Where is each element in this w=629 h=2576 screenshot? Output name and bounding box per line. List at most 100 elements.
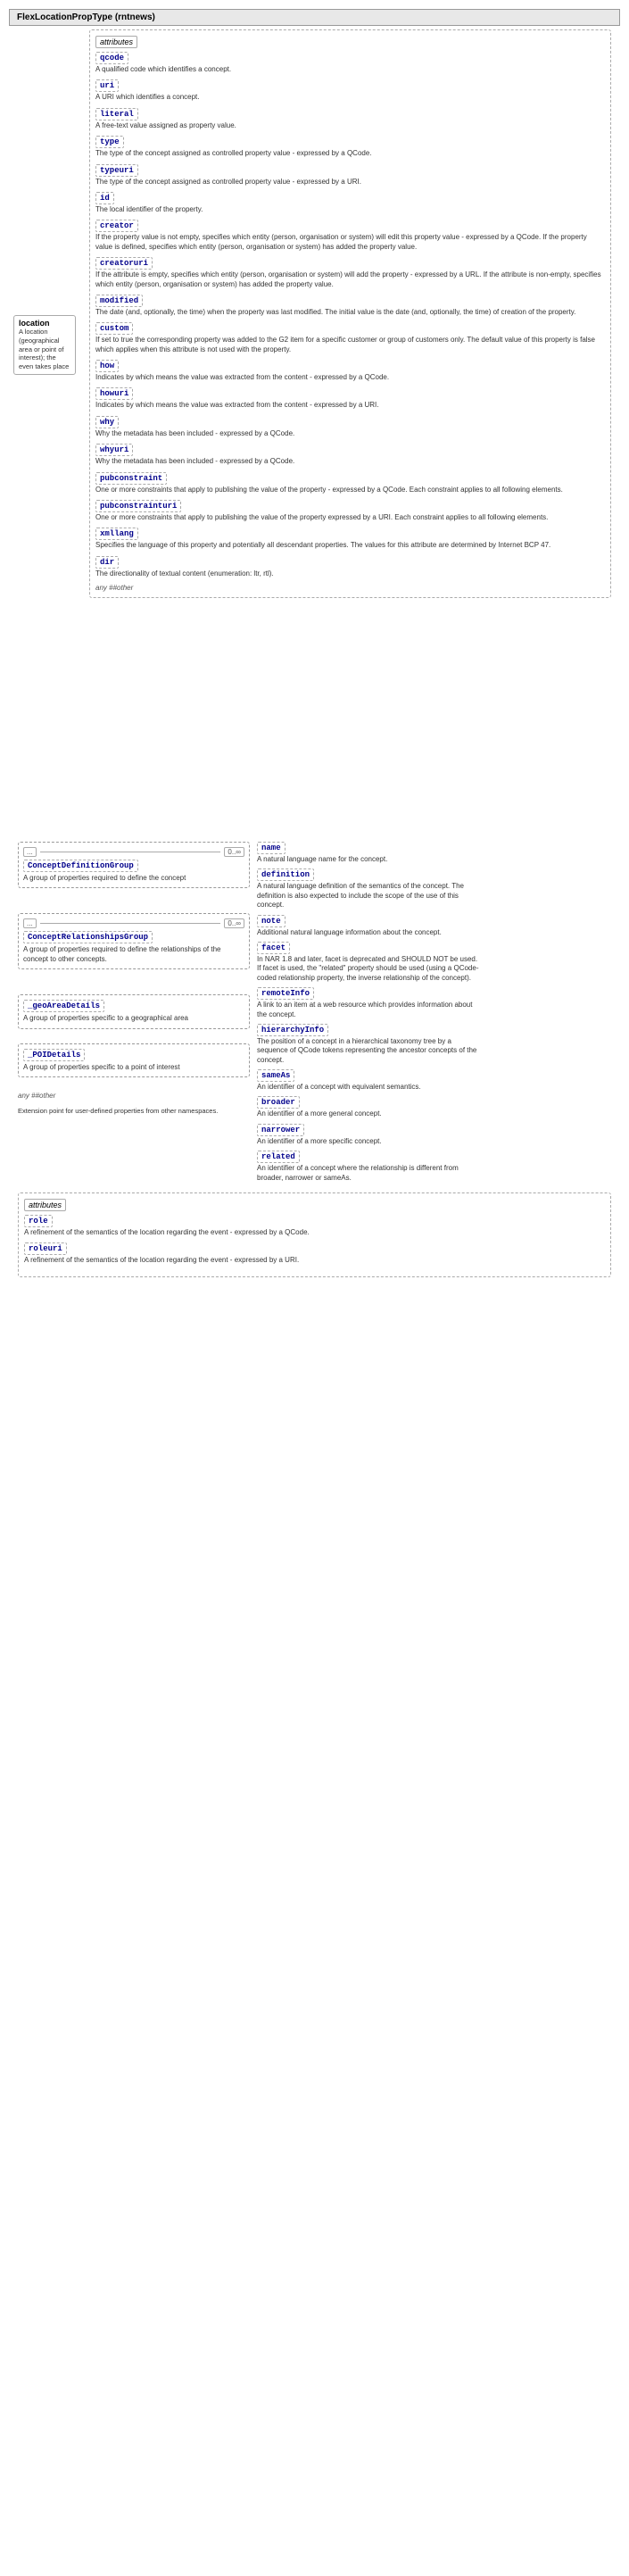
attr-desc: A free-text value assigned as property v… — [95, 121, 605, 130]
concept-definition-group-label: ConceptDefinitionGroup — [23, 860, 138, 872]
attr-item-howuri: howuri Indicates by which means the valu… — [95, 387, 605, 410]
any-other-desc: Extension point for user-defined propert… — [18, 1107, 250, 1116]
attr-desc: Indicates by which means the value was e… — [95, 401, 605, 410]
attr-desc: The local identifier of the property. — [95, 205, 605, 214]
prop-name: narrower — [257, 1124, 304, 1136]
right-prop-list: name A natural language name for the con… — [257, 842, 480, 1187]
attr-name: modified — [95, 295, 143, 307]
attr-list: qcode A qualified code which identifies … — [95, 52, 605, 578]
poi-label: _POIDetails — [23, 1049, 85, 1061]
prop-name: broader — [257, 1096, 300, 1109]
attr-desc: The type of the concept assigned as cont… — [95, 178, 605, 187]
attr-name: qcode — [95, 52, 128, 64]
poi-details-box: _POIDetails A group of properties specif… — [18, 1043, 250, 1077]
concept-relationships-group-desc: A group of properties required to define… — [23, 945, 244, 964]
concept-relationships-group-label: ConceptRelationshipsGroup — [23, 931, 153, 943]
crg-line — [40, 923, 221, 924]
geo-area-label: _geoAreaDetails — [23, 1000, 104, 1012]
location-label: location — [19, 319, 70, 328]
attr-item-why: why Why the metadata has been included -… — [95, 416, 605, 438]
location-box: location A location (geographical area o… — [13, 315, 76, 375]
attr-desc: If the attribute is empty, specifies whi… — [95, 270, 605, 289]
prop-desc: An identifier of a more general concept. — [257, 1109, 480, 1118]
attr-item-uri: uri A URI which identifies a concept. — [95, 79, 605, 102]
any-other-ext: any ##other — [18, 1092, 250, 1100]
attr-item-typeuri: typeuri The type of the concept assigned… — [95, 164, 605, 187]
crg-mult-right: 0..∞ — [224, 918, 244, 928]
prop-item-narrower: narrower An identifier of a more specifi… — [257, 1124, 480, 1146]
prop-desc: The position of a concept in a hierarchi… — [257, 1037, 480, 1065]
bottom-attr-name: roleuri — [24, 1242, 67, 1255]
attr-name: uri — [95, 79, 119, 92]
geo-area-details-box: _geoAreaDetails A group of properties sp… — [18, 994, 250, 1028]
prop-desc: A natural language name for the concept. — [257, 855, 480, 864]
header-title: FlexLocationPropType (rntnews) — [17, 12, 155, 22]
attr-item-creatoruri: creatoruri If the attribute is empty, sp… — [95, 257, 605, 289]
attr-name: pubconstraint — [95, 472, 167, 485]
bottom-attrs-panel: attributes role A refinement of the sema… — [18, 1192, 611, 1277]
attr-name: id — [95, 192, 114, 204]
attr-item-pubconstraint: pubconstraint One or more constraints th… — [95, 472, 605, 494]
attr-item-id: id The local identifier of the property. — [95, 192, 605, 214]
attr-desc: One or more constraints that apply to pu… — [95, 513, 605, 522]
attr-desc: Why the metadata has been included - exp… — [95, 457, 605, 466]
cdf-mult-right: 0..∞ — [224, 847, 244, 857]
prop-name: name — [257, 842, 286, 854]
attr-name: literal — [95, 108, 138, 120]
attr-name: xmllang — [95, 528, 138, 540]
right-props: name A natural language name for the con… — [257, 842, 480, 1187]
attr-desc: A URI which identifies a concept. — [95, 93, 605, 102]
attributes-panel: attributes qcode A qualified code which … — [89, 29, 611, 598]
attr-name: how — [95, 360, 119, 372]
attr-desc: If set to true the corresponding propert… — [95, 336, 605, 354]
main-content: ... 0..∞ ConceptDefinitionGroup A group … — [18, 842, 611, 1187]
attr-name: creator — [95, 220, 138, 232]
attr-desc: The date (and, optionally, the time) whe… — [95, 308, 605, 317]
prop-item-broader: broader An identifier of a more general … — [257, 1096, 480, 1118]
attr-item-pubconstrainturi: pubconstrainturi One or more constraints… — [95, 500, 605, 522]
prop-desc: A link to an item at a web resource whic… — [257, 1001, 480, 1019]
geo-area-desc: A group of properties specific to a geog… — [23, 1014, 244, 1023]
attr-name: type — [95, 136, 124, 148]
poi-desc: A group of properties specific to a poin… — [23, 1063, 244, 1072]
location-desc: A location (geographical area or point o… — [19, 328, 70, 371]
attr-desc: A qualified code which identifies a conc… — [95, 65, 605, 74]
cdf-mult-left: ... — [23, 847, 37, 857]
attr-item-literal: literal A free-text value assigned as pr… — [95, 108, 605, 130]
attr-item-qcode: qcode A qualified code which identifies … — [95, 52, 605, 74]
prop-desc: An identifier of a more specific concept… — [257, 1137, 480, 1146]
attributes-title: attributes — [95, 36, 137, 48]
prop-desc: An identifier of a concept where the rel… — [257, 1164, 480, 1183]
prop-name: sameAs — [257, 1069, 294, 1082]
header-bar: FlexLocationPropType (rntnews) — [9, 9, 620, 26]
bottom-attr-list: role A refinement of the semantics of th… — [24, 1215, 605, 1266]
prop-item-remoteInfo: remoteInfo A link to an item at a web re… — [257, 987, 480, 1019]
prop-item-note: note Additional natural language informa… — [257, 915, 480, 937]
attr-name: whyuri — [95, 444, 133, 456]
prop-item-facet: facet In NAR 1.8 and later, facet is dep… — [257, 942, 480, 983]
attr-name: dir — [95, 556, 119, 569]
prop-name: related — [257, 1151, 300, 1163]
prop-item-name: name A natural language name for the con… — [257, 842, 480, 864]
bottom-attr-item-role: role A refinement of the semantics of th… — [24, 1215, 605, 1237]
attr-item-modified: modified The date (and, optionally, the … — [95, 295, 605, 317]
attr-desc: Indicates by which means the value was e… — [95, 373, 605, 382]
bottom-attr-item-roleuri: roleuri A refinement of the semantics of… — [24, 1242, 605, 1265]
attr-item-whyuri: whyuri Why the metadata has been include… — [95, 444, 605, 466]
prop-item-related: related An identifier of a concept where… — [257, 1151, 480, 1183]
attr-item-custom: custom If set to true the corresponding … — [95, 322, 605, 354]
attr-item-type: type The type of the concept assigned as… — [95, 136, 605, 158]
crg-mult-left: ... — [23, 918, 37, 928]
attr-desc: The type of the concept assigned as cont… — [95, 149, 605, 158]
prop-name: facet — [257, 942, 290, 954]
attr-name: creatoruri — [95, 257, 153, 270]
prop-name: remoteInfo — [257, 987, 314, 1000]
concept-relationships-group-box: ... 0..∞ ConceptRelationshipsGroup A gro… — [18, 913, 250, 969]
attr-item-creator: creator If the property value is not emp… — [95, 220, 605, 252]
prop-desc: In NAR 1.8 and later, facet is deprecate… — [257, 955, 480, 983]
prop-item-sameAs: sameAs An identifier of a concept with e… — [257, 1069, 480, 1092]
attr-desc: The directionality of textual content (e… — [95, 569, 605, 578]
attr-name: why — [95, 416, 119, 428]
attr-desc: If the property value is not empty, spec… — [95, 233, 605, 252]
attr-desc: One or more constraints that apply to pu… — [95, 486, 605, 494]
